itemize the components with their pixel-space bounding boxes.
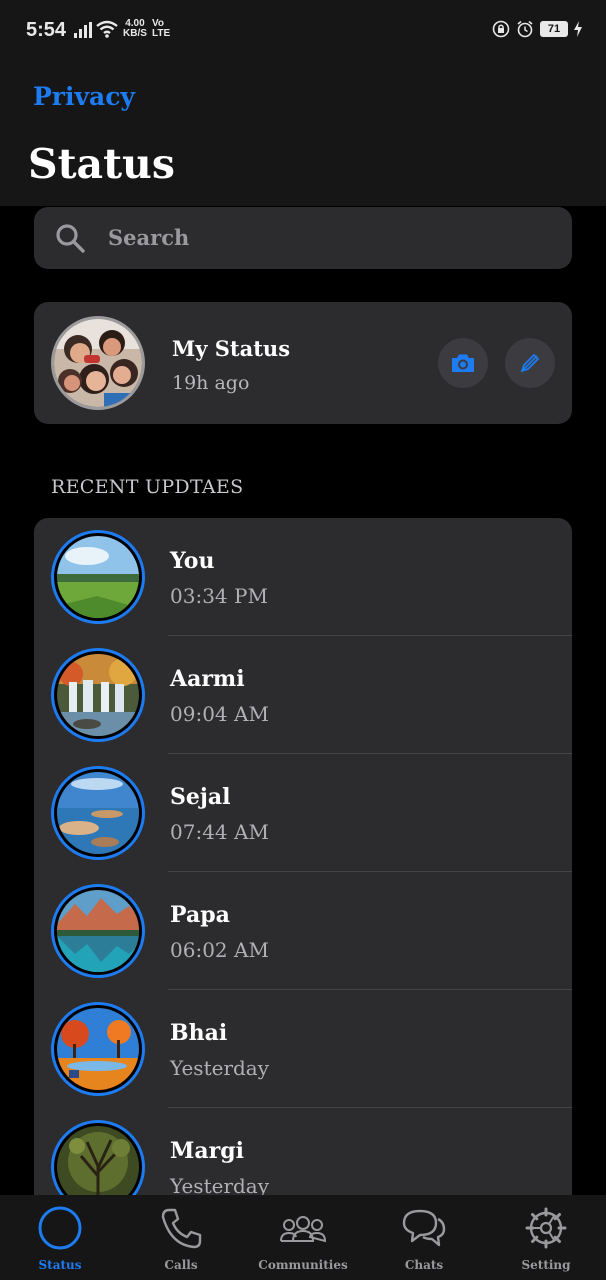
- status-avatar[interactable]: [51, 884, 145, 978]
- recent-updates-list: You 03:34 PM Aarmi 09:04 AM Sejal 07:44 …: [34, 518, 572, 1195]
- tab-label: Calls: [164, 1258, 198, 1272]
- page-title: Status: [28, 140, 175, 188]
- status-time: Yesterday: [170, 1056, 270, 1080]
- my-status-time: 19h ago: [172, 372, 250, 394]
- status-avatar[interactable]: [51, 530, 145, 624]
- list-item[interactable]: You 03:34 PM: [34, 518, 572, 636]
- contact-name: Sejal: [170, 784, 231, 810]
- lake-thumbnail: [57, 772, 139, 854]
- status-avatar[interactable]: [51, 1120, 145, 1195]
- contact-name: Aarmi: [170, 666, 245, 692]
- camera-icon: [452, 354, 474, 372]
- meadow-thumbnail: [57, 536, 139, 618]
- status-avatar[interactable]: [51, 766, 145, 860]
- tab-chats[interactable]: Chats: [364, 1195, 484, 1280]
- battery-level: 71: [540, 21, 568, 37]
- tab-label: Chats: [404, 1258, 444, 1272]
- status-time: 07:44 AM: [170, 820, 269, 844]
- chat-bubbles-icon: [402, 1209, 446, 1247]
- contact-name: You: [170, 548, 215, 574]
- status-time: Yesterday: [170, 1174, 270, 1195]
- my-status-name: My Status: [172, 336, 291, 361]
- volte-bottom: LTE: [152, 28, 171, 39]
- tab-label: Setting: [521, 1258, 571, 1272]
- status-ring-icon: [38, 1206, 82, 1250]
- search-bar[interactable]: Search: [34, 207, 572, 269]
- tab-communities[interactable]: Communities: [243, 1195, 363, 1280]
- wifi-icon: [96, 20, 118, 38]
- gear-icon: [525, 1207, 567, 1249]
- camera-button[interactable]: [438, 338, 488, 388]
- section-title-recent: RECENT UPDTAES: [51, 476, 244, 498]
- tab-label: Status: [38, 1258, 82, 1272]
- mountain-lake-thumbnail: [57, 890, 139, 972]
- network-speed: 4.00 KB/S: [123, 19, 147, 39]
- list-item[interactable]: Sejal 07:44 AM: [34, 754, 572, 872]
- text-status-button[interactable]: [505, 338, 555, 388]
- status-icons-right: 71: [492, 20, 582, 38]
- tab-status[interactable]: Status: [0, 1195, 120, 1280]
- signal-icon: [74, 22, 92, 38]
- waterfall-thumbnail: [57, 654, 139, 736]
- tree-thumbnail: [57, 1126, 139, 1195]
- status-avatar[interactable]: [51, 1002, 145, 1096]
- volte-indicator: Vo LTE: [152, 19, 170, 39]
- status-time: 09:04 AM: [170, 702, 269, 726]
- tab-label: Communities: [258, 1258, 348, 1272]
- contact-name: Margi: [170, 1138, 244, 1164]
- list-item[interactable]: Aarmi 09:04 AM: [34, 636, 572, 754]
- phone-icon: [161, 1208, 202, 1249]
- rotation-lock-icon: [492, 20, 510, 38]
- search-input[interactable]: Search: [108, 207, 189, 269]
- contact-name: Papa: [170, 902, 230, 928]
- status-time: 06:02 AM: [170, 938, 269, 962]
- tab-calls[interactable]: Calls: [121, 1195, 241, 1280]
- group-photo: [54, 319, 142, 407]
- status-time: 03:34 PM: [170, 584, 268, 608]
- list-item[interactable]: Bhai Yesterday: [34, 990, 572, 1108]
- charging-bolt-icon: [574, 21, 582, 37]
- contact-name: Bhai: [170, 1020, 228, 1046]
- clock: 5:54: [26, 19, 67, 41]
- pencil-icon: [520, 353, 540, 373]
- bottom-navigation: Status Calls Communities Chats Setting: [0, 1195, 606, 1280]
- system-status-bar: 5:54 4.00 KB/S Vo LTE 71: [0, 0, 606, 62]
- tab-setting[interactable]: Setting: [486, 1195, 606, 1280]
- list-item[interactable]: Papa 06:02 AM: [34, 872, 572, 990]
- search-icon: [56, 224, 85, 253]
- network-speed-unit: KB/S: [123, 28, 147, 39]
- alarm-icon: [517, 20, 533, 38]
- my-status-avatar[interactable]: [51, 316, 145, 410]
- status-avatar[interactable]: [51, 648, 145, 742]
- autumn-park-thumbnail: [57, 1008, 139, 1090]
- list-item[interactable]: Margi Yesterday: [34, 1108, 572, 1195]
- communities-icon: [280, 1216, 327, 1243]
- app-header: Privacy Status: [0, 62, 606, 206]
- my-status-card[interactable]: My Status 19h ago: [34, 302, 572, 424]
- back-link-privacy[interactable]: Privacy: [33, 82, 135, 111]
